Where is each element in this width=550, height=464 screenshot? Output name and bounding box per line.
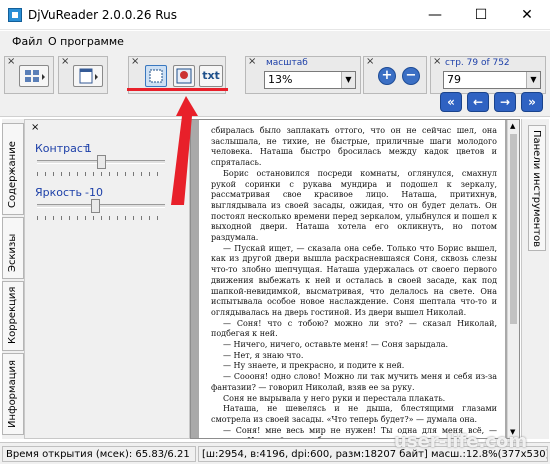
document-paragraph: — Ну знаете, и прекрасно, и подите к ней…	[223, 361, 405, 371]
scroll-thumb[interactable]	[510, 134, 517, 324]
document-paragraph: — Ничего, ничего, оставьте меня! — Соня …	[223, 340, 449, 350]
page-view-button[interactable]	[73, 65, 103, 87]
last-page-button[interactable]: »	[521, 92, 543, 112]
document-paragraph: — Пускай ищет, — сказала она себе. Тольк…	[211, 243, 497, 317]
group-close-icon[interactable]: ×	[7, 56, 15, 67]
zoom-value: 13%	[268, 73, 293, 86]
close-button[interactable]: ✕	[504, 0, 550, 30]
select-rect-icon	[149, 69, 163, 83]
page-value: 79	[447, 73, 461, 86]
tab-toolbars-label: Панели инструментов	[531, 130, 542, 248]
brightness-slider-handle[interactable]	[90, 199, 100, 213]
document-paragraph: — Соооня! одно слово! Можно ли так мучит…	[211, 372, 497, 392]
tab-info[interactable]: Информация	[2, 353, 24, 435]
chevron-down-icon[interactable]: ▼	[526, 72, 540, 88]
zoom-select[interactable]: 13% ▼	[264, 71, 356, 89]
tab-toolbars-panel[interactable]: Панели инструментов	[528, 125, 546, 251]
left-tab-strip: Содержание Эскизы Коррекция Информация	[2, 119, 24, 439]
watermark-logo: user-life.com	[394, 431, 528, 452]
contrast-slider-handle[interactable]	[97, 155, 106, 169]
first-page-button[interactable]: «	[440, 92, 462, 112]
toolbar-group-zoom-buttons: × + −	[363, 56, 427, 94]
menu-about[interactable]: О программе	[48, 35, 124, 48]
panel-close-icon[interactable]: ×	[31, 122, 39, 133]
chevron-down-icon[interactable]: ▼	[341, 72, 355, 88]
tab-correction-label: Коррекция	[7, 286, 18, 344]
brightness-slider[interactable]	[37, 204, 165, 208]
brightness-value: -10	[85, 186, 103, 199]
contrast-value: 1	[85, 142, 92, 155]
tab-thumbnails[interactable]: Эскизы	[2, 217, 24, 279]
group-close-icon[interactable]: ×	[61, 56, 69, 67]
right-tab-strip: Панели инструментов	[521, 119, 549, 439]
document-paragraph: Соня не вырывала у него руки и перестала…	[223, 393, 446, 403]
page-label: стр. 79 of 752	[445, 58, 510, 68]
toolbar-group-zoom: × масштаб 13% ▼	[245, 56, 361, 94]
window-title: DjVuReader 2.0.0.26 Rus	[28, 8, 177, 22]
zoom-label: масштаб	[266, 58, 308, 68]
toolbar-group-layout: ×	[4, 56, 54, 94]
tab-correction[interactable]: Коррекция	[2, 281, 24, 351]
layout-button[interactable]	[19, 65, 49, 87]
page-select[interactable]: 79 ▼	[443, 71, 541, 89]
correction-panel: × Контраст 1 Яркость -10	[24, 119, 190, 439]
page-icon	[79, 68, 98, 84]
document-page: сбиралась было заплакать оттого, что он …	[199, 120, 505, 438]
toolbar-group-page-nav: × стр. 79 of 752 79 ▼	[430, 56, 546, 94]
next-page-button[interactable]: →	[494, 92, 516, 112]
group-close-icon[interactable]: ×	[366, 56, 374, 67]
zoom-out-button[interactable]: −	[402, 67, 420, 85]
group-close-icon[interactable]: ×	[131, 56, 139, 67]
group-close-icon[interactable]: ×	[248, 56, 256, 67]
layout-grid-icon	[25, 70, 45, 82]
image-mode-button[interactable]	[173, 65, 195, 87]
document-paragraph: Наташа, не шевелясь и не дыша, блестящим…	[211, 404, 497, 424]
menu-file[interactable]: Файл	[12, 35, 42, 48]
scroll-up-icon[interactable]: ▲	[510, 122, 515, 130]
brightness-label: Яркость	[35, 186, 82, 199]
vertical-scrollbar[interactable]: ▲ ▼	[507, 120, 519, 438]
annotation-underline	[127, 88, 228, 91]
maximize-button[interactable]: ☐	[458, 0, 504, 30]
contrast-label: Контраст	[35, 142, 90, 155]
tab-thumbnails-label: Эскизы	[7, 233, 18, 272]
menu-bar: Файл О программе	[0, 31, 550, 53]
text-mode-icon: txt	[202, 69, 220, 82]
select-rect-button[interactable]	[145, 65, 167, 87]
app-logo-icon	[8, 8, 22, 22]
tab-contents[interactable]: Содержание	[2, 123, 24, 215]
image-mode-icon	[176, 68, 192, 84]
brightness-ticks	[37, 216, 165, 220]
text-mode-button[interactable]: txt	[199, 65, 223, 87]
contrast-ticks	[37, 172, 165, 176]
group-close-icon[interactable]: ×	[433, 56, 441, 67]
title-bar: DjVuReader 2.0.0.26 Rus — ☐ ✕	[0, 0, 550, 30]
document-paragraph: — Соня! что с тобою? можно ли это? — ска…	[211, 318, 497, 339]
minimize-button[interactable]: —	[412, 0, 458, 30]
document-paragraph: сбиралась было заплакать оттого, что он …	[211, 126, 497, 168]
document-paragraph: Борис остановился посреди комнаты, оглян…	[211, 168, 497, 243]
document-view[interactable]: сбиралась было заплакать оттого, что он …	[190, 119, 520, 439]
tab-info-label: Информация	[7, 359, 18, 428]
status-open-time: Время открытия (мсек): 65.83/6.21	[2, 446, 196, 462]
document-paragraph: — Нет, я знаю что.	[223, 350, 304, 360]
tab-contents-label: Содержание	[7, 141, 18, 208]
zoom-in-button[interactable]: +	[378, 67, 396, 85]
toolbar-group-page: ×	[58, 56, 108, 94]
prev-page-button[interactable]: ←	[467, 92, 489, 112]
